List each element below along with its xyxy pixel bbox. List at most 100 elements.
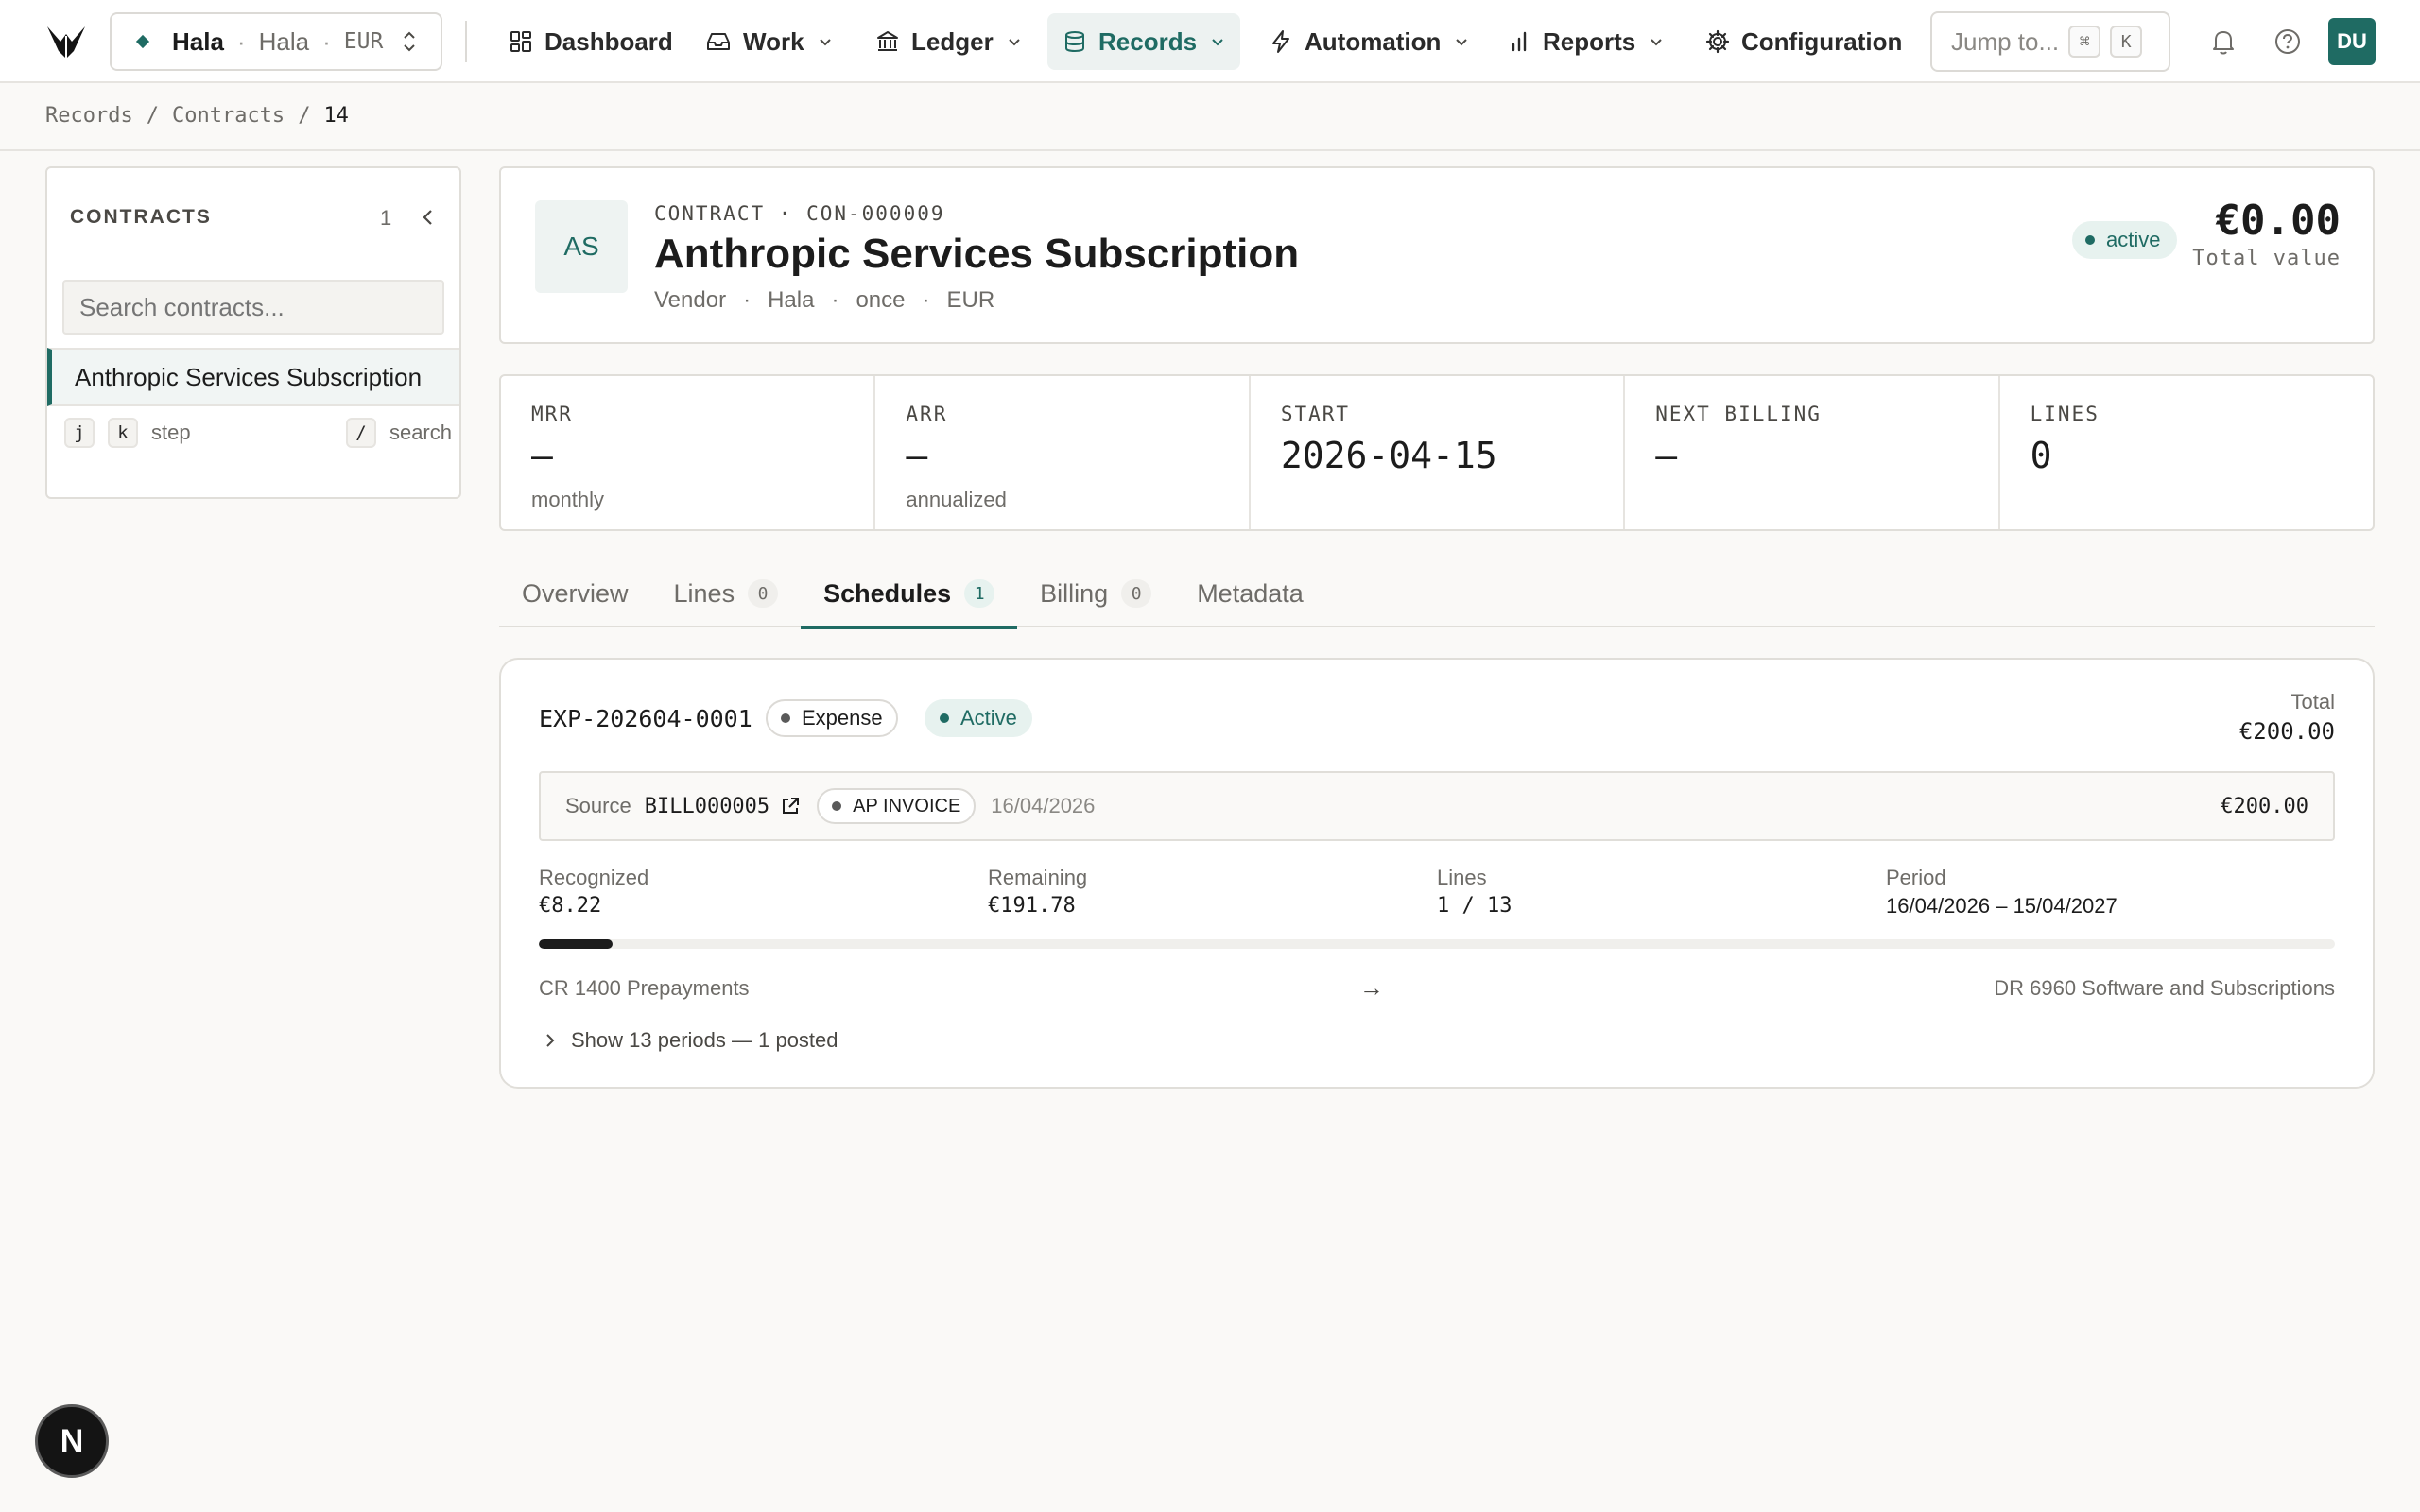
source-amount: €200.00 [2221,794,2308,818]
bell-icon[interactable] [2206,25,2240,59]
nav-ledger[interactable]: Ledger [860,13,1037,70]
inbox-icon [707,33,730,50]
chevron-down-icon [819,39,831,46]
source-doc-type-badge: AP INVOICE [817,788,977,824]
nav-divider [465,21,467,62]
contract-title: Anthropic Services Subscription [654,231,1300,277]
journal-accounts: CR 1400 Prepayments → DR 6960 Software a… [539,973,2335,1003]
contract-total-value: €0.00 [2215,197,2341,245]
sidebar-count: 1 [380,206,392,230]
status-dot-icon [2085,235,2095,245]
nav-dashboard[interactable]: Dashboard [493,13,688,70]
chevron-down-icon [1008,39,1020,46]
contract-avatar: AS [535,200,628,293]
jump-placeholder: Jump to... [1951,26,2060,56]
nav-automation[interactable]: Automation [1253,13,1484,70]
nav-work-label: Work [743,26,804,56]
breadcrumb-contracts[interactable]: Contracts [172,104,285,128]
metric-remaining: Remaining €191.78 [988,866,1088,918]
kbd-j: j [64,418,95,448]
contract-total-label: Total value [2192,247,2341,270]
chevron-left-icon[interactable] [418,206,439,229]
chevron-down-icon [1456,39,1468,46]
contract-currency: EUR [946,287,995,313]
chevron-down-icon [1212,39,1223,46]
schedule-metrics: Recognized €8.22 Remaining €191.78 Lines… [539,866,2335,919]
user-avatar[interactable]: DU [2328,18,2376,65]
tab-overview[interactable]: Overview [499,559,651,627]
contract-frequency: once [856,287,906,313]
tab-schedules[interactable]: Schedules 1 [801,559,1018,629]
tab-metadata[interactable]: Metadata [1174,559,1326,627]
chevron-down-icon [1651,39,1662,46]
contract-meta: Vendor · Hala · once · EUR [654,287,995,313]
help-icon[interactable] [2271,25,2305,59]
sidebar-item-contract[interactable]: Anthropic Services Subscription [47,348,459,406]
contracts-search-input[interactable] [62,280,444,335]
org-entity: Hala [258,26,310,56]
org-currency: EUR [343,29,384,54]
contracts-sidebar: CONTRACTS 1 Anthropic Services Subscript… [45,166,461,499]
tab-schedules-count: 1 [964,579,995,608]
jump-to-search[interactable]: Jump to... ⌘ K [1930,11,2170,72]
show-periods-toggle[interactable]: Show 13 periods — 1 posted [543,1028,838,1053]
sidebar-item-label: Anthropic Services Subscription [75,362,423,391]
nav-automation-label: Automation [1305,26,1442,56]
nav-records[interactable]: Records [1047,13,1241,70]
nav-reports[interactable]: Reports [1494,13,1679,70]
contract-party-type: Vendor [654,287,727,313]
schedule-type-badge: Expense [766,699,898,737]
metric-lines: Lines 1 / 13 [1437,866,1512,918]
top-navigation-bar: Hala · Hala · EUR Dashboard Work Ledger [0,0,2420,83]
tab-billing-count: 0 [1121,579,1152,608]
schedule-total-value: €200.00 [2238,718,2335,745]
dev-tools-button[interactable]: N [35,1404,109,1478]
chevron-up-down-icon [404,31,415,52]
breadcrumb-current: 14 [323,104,349,128]
sidebar-keyboard-hints: j k step / search [64,412,452,454]
schedule-source: Source BILL000005 AP INVOICE 16/04/2026 … [539,771,2335,841]
stat-next-billing: NEXT BILLING — [1625,376,2000,529]
source-date: 16/04/2026 [991,794,1096,817]
gear-icon [1705,29,1730,54]
chevron-right-icon [546,1034,555,1047]
contract-stats: MRR — monthly ARR — annualized START 202… [499,374,2375,531]
metric-period: Period 16/04/2026 – 15/04/2027 [1886,866,2118,918]
kbd-slash: / [345,418,376,448]
contract-entity: Hala [768,287,815,313]
sidebar-title: CONTRACTS [70,206,212,228]
nav-configuration[interactable]: Configuration [1690,13,1917,70]
contract-header-card: AS CONTRACT · CON-000009 Anthropic Servi… [499,166,2375,344]
org-diamond-icon [135,34,150,49]
schedule-card: EXP-202604-0001 Expense Active Total €20… [499,658,2375,1089]
recognition-progress-fill [539,939,613,949]
kbd-cmd: ⌘ [2068,26,2101,58]
breadcrumb-records[interactable]: Records [45,104,133,128]
app-logo-icon[interactable] [45,23,87,60]
hint-step-label: step [151,421,191,444]
breadcrumb-divider [0,149,2420,151]
stat-arr: ARR — annualized [875,376,1251,529]
status-badge-label: active [2106,228,2161,251]
stat-lines: LINES 0 [2030,403,2100,476]
stat-mrr: MRR — monthly [501,376,876,529]
source-ref-link[interactable]: BILL000005 [645,795,769,818]
nav-work[interactable]: Work [690,13,848,70]
database-icon [1065,31,1084,53]
organization-switcher[interactable]: Hala · Hala · EUR [110,12,442,71]
contract-tabs: Overview Lines 0 Schedules 1 Billing 0 M… [499,559,2375,629]
tab-billing[interactable]: Billing 0 [1017,559,1174,627]
bar-chart-icon [1512,31,1527,52]
hint-search-label: search [389,421,452,444]
kbd-k: k [108,418,138,448]
tab-lines[interactable]: Lines 0 [651,559,802,627]
external-link-icon[interactable] [779,795,802,817]
arrow-right-icon: → [1358,973,1384,1002]
recognition-progress-bar [539,939,2335,949]
nav-dashboard-label: Dashboard [544,26,673,56]
schedule-status-badge: Active [925,699,1032,737]
metric-recognized: Recognized €8.22 [539,866,649,918]
schedule-total: Total €200.00 [2238,690,2335,745]
status-dot-icon [940,713,949,723]
tab-lines-count: 0 [748,579,779,608]
